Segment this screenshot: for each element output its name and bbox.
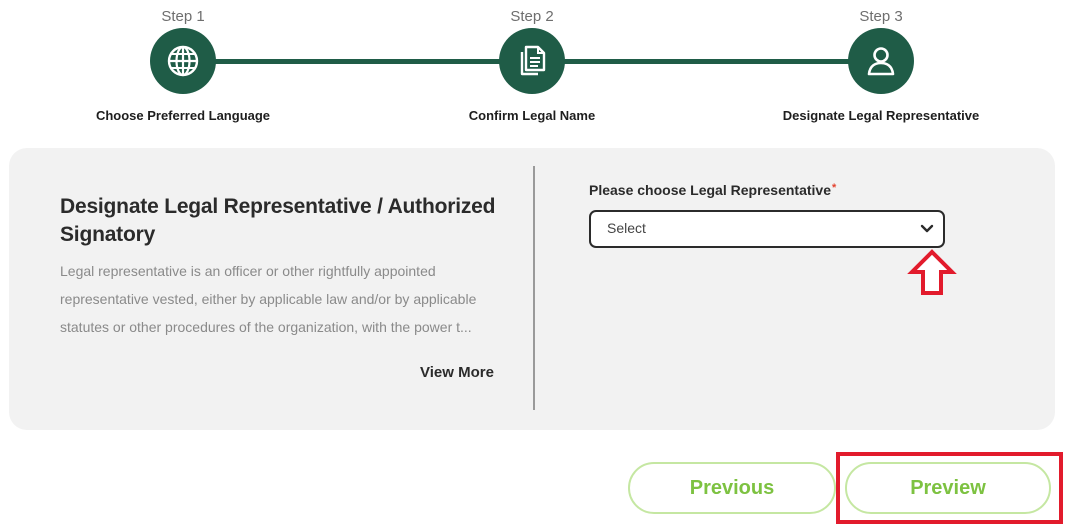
highlight-box: [836, 452, 1063, 524]
section-title: Designate Legal Representative / Authori…: [60, 195, 496, 246]
step-1-circle[interactable]: [150, 28, 216, 94]
globe-icon: [167, 45, 199, 77]
info-section: Designate Legal Representative / Authori…: [60, 193, 500, 341]
previous-button[interactable]: Previous: [628, 462, 836, 514]
step-3-circle[interactable]: [848, 28, 914, 94]
select-value: Select: [607, 220, 646, 236]
stepper: Step 1 Choose Preferred Language Step 2: [0, 0, 1080, 140]
legal-representative-select[interactable]: Select: [589, 210, 945, 248]
divider: [533, 166, 535, 410]
step-1[interactable]: Step 1 Choose Preferred Language: [53, 0, 313, 123]
step-label: Choose Preferred Language: [95, 108, 271, 123]
section-description: Legal representative is an officer or ot…: [60, 263, 477, 335]
field-label: Please choose Legal Representative*: [589, 182, 836, 198]
view-more-link[interactable]: View More: [420, 364, 494, 381]
person-icon: [867, 47, 895, 76]
step-2[interactable]: Step 2 Confirm Legal Name: [402, 0, 662, 123]
step-number: Step 3: [859, 8, 903, 25]
step-3[interactable]: Step 3 Designate Legal Representative: [751, 0, 1011, 123]
step-number: Step 1: [161, 8, 205, 25]
step-label: Designate Legal Representative: [782, 108, 980, 123]
step-2-circle[interactable]: [499, 28, 565, 94]
field-label-text: Please choose Legal Representative: [589, 182, 831, 198]
step-label: Confirm Legal Name: [468, 108, 596, 123]
required-marker: *: [832, 182, 837, 194]
content-panel: Designate Legal Representative / Authori…: [9, 148, 1055, 430]
document-icon: [520, 45, 546, 76]
up-arrow-icon: [907, 249, 957, 295]
step-number: Step 2: [510, 8, 554, 25]
chevron-down-icon: [920, 224, 934, 233]
page: Step 1 Choose Preferred Language Step 2: [0, 0, 1080, 532]
